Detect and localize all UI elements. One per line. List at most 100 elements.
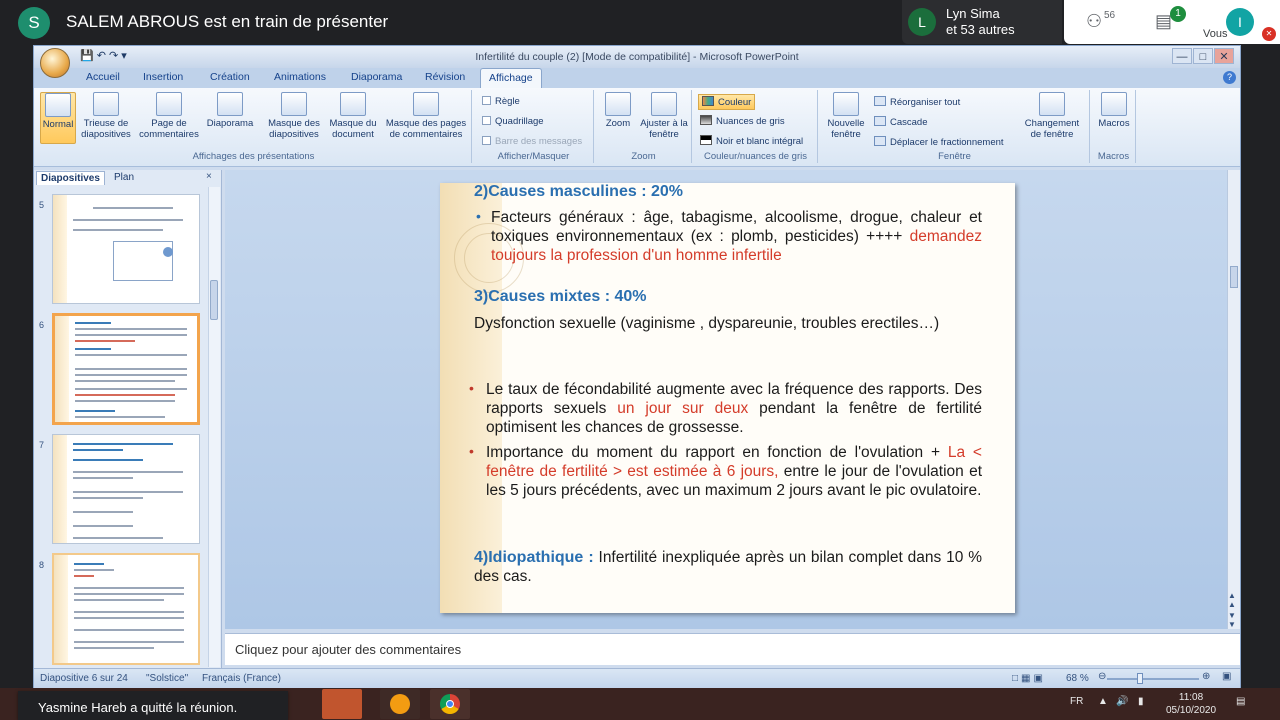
vertical-scrollbar[interactable] — [1227, 170, 1240, 629]
new-window-label: Nouvelle fenêtre — [827, 118, 865, 140]
slides-scrollbar[interactable] — [208, 187, 220, 667]
powerpoint-taskbar-icon[interactable] — [322, 689, 362, 719]
slide-master-button[interactable]: Masque des diapositives — [264, 92, 324, 140]
language-indicator[interactable]: FR — [1070, 696, 1083, 707]
bw-option[interactable]: Noir et blanc intégral — [700, 135, 803, 147]
tab-creation[interactable]: Création — [210, 71, 250, 83]
normal-view-button[interactable]: Normal — [40, 92, 76, 144]
tab-insertion[interactable]: Insertion — [143, 71, 183, 83]
title-bar: 💾 ↶ ↷ ▾ Infertilité du couple (2) [Mode … — [34, 46, 1240, 68]
tab-affichage[interactable]: Affichage — [480, 68, 542, 89]
fit-window-icon — [651, 92, 677, 116]
people-count: 56 — [1104, 10, 1116, 21]
color-option[interactable]: Couleur — [698, 94, 756, 110]
chrome-taskbar-icon[interactable] — [430, 689, 470, 719]
tab-diaporama[interactable]: Diaporama — [351, 71, 402, 83]
people-icon[interactable]: ⚇ — [1086, 11, 1102, 32]
cascade-label: Cascade — [890, 117, 928, 128]
tab-accueil[interactable]: Accueil — [86, 71, 120, 83]
notes-master-button[interactable]: Masque des pages de commentaires — [382, 92, 470, 140]
new-window-button[interactable]: Nouvelle fenêtre — [824, 92, 868, 140]
switch-window-button[interactable]: Changement de fenêtre — [1020, 92, 1084, 140]
slides-scroll-thumb[interactable] — [210, 280, 218, 320]
fit-slide-icon[interactable]: ▣ — [1222, 671, 1231, 682]
normal-view-label: Normal — [42, 119, 74, 130]
zoom-slider[interactable] — [1107, 678, 1199, 680]
heading-causes-masculines: 2)Causes masculines : 20% — [474, 183, 683, 200]
tab-slides[interactable]: Diapositives — [36, 171, 105, 185]
importance-text: Importance du moment du rapport en fonct… — [486, 444, 948, 461]
tab-outline[interactable]: Plan — [110, 171, 138, 185]
group-label-macros: Macros — [1097, 151, 1130, 162]
tab-animations[interactable]: Animations — [274, 71, 326, 83]
split-button[interactable]: Déplacer le fractionnement — [874, 136, 1004, 148]
tray-expand-icon[interactable]: ▲ — [1098, 696, 1108, 707]
notes-pane[interactable]: Cliquez pour ajouter des commentaires — [225, 633, 1240, 665]
clock[interactable]: 11:08 05/10/2020 — [1166, 691, 1216, 717]
current-slide[interactable]: 2)Causes masculines : 20% • Facteurs gén… — [440, 183, 1015, 613]
slide-sorter-button[interactable]: Trieuse de diapositives — [78, 92, 134, 140]
handout-master-label: Masque du document — [329, 118, 377, 140]
slide-thumbnail-6[interactable] — [52, 313, 200, 425]
status-bar: Diapositive 6 sur 24 "Solstice" Français… — [34, 668, 1240, 688]
cascade-button[interactable]: Cascade — [874, 116, 928, 128]
next-slide-icon[interactable]: ▼ ▼ — [1228, 611, 1236, 629]
mixtes-text: Dysfonction sexuelle (vaginisme , dyspar… — [474, 315, 940, 332]
slideshow-button[interactable]: Diaporama — [202, 92, 258, 129]
ribbon-tabs: Accueil Insertion Création Animations Di… — [34, 68, 1240, 89]
macros-icon — [1101, 92, 1127, 116]
participant-avatar: L — [908, 8, 936, 36]
message-bar-label: Barre des messages — [495, 136, 583, 147]
zoom-slider-knob[interactable] — [1137, 673, 1143, 684]
chat-badge: 1 — [1170, 6, 1186, 22]
panel-close-icon[interactable]: × — [206, 171, 212, 182]
switch-window-icon — [1039, 92, 1065, 116]
ruler-checkbox[interactable]: Règle — [482, 96, 520, 107]
tab-revision[interactable]: Révision — [425, 71, 465, 83]
battery-icon[interactable]: ▮ — [1138, 696, 1144, 707]
bullet-importance: Importance du moment du rapport en fonct… — [486, 443, 982, 500]
help-icon[interactable]: ? — [1223, 71, 1236, 84]
slide-counter: Diapositive 6 sur 24 — [40, 673, 128, 684]
language-status[interactable]: Français (France) — [202, 673, 281, 684]
presenter-status: SALEM ABROUS est en train de présenter — [66, 12, 389, 31]
message-bar-checkbox: Barre des messages — [482, 136, 582, 147]
notifications-icon[interactable]: ▤ — [1236, 696, 1245, 707]
volume-icon[interactable]: 🔊 — [1116, 696, 1128, 707]
group-show-hide: Règle Quadrillage Barre des messages Aff… — [474, 90, 594, 163]
new-window-icon — [833, 92, 859, 116]
prev-slide-icon[interactable]: ▲ ▲ — [1228, 591, 1236, 609]
app-taskbar-icon[interactable] — [380, 689, 420, 719]
office-button[interactable] — [40, 48, 70, 78]
switch-window-label: Changement de fenêtre — [1024, 118, 1080, 140]
slide-master-icon — [281, 92, 307, 116]
bw-label: Noir et blanc intégral — [716, 136, 804, 147]
view-buttons[interactable]: □▦▣ — [1012, 673, 1046, 684]
clock-date: 05/10/2020 — [1166, 705, 1217, 716]
close-button[interactable]: ✕ — [1214, 48, 1234, 64]
powerpoint-window: 💾 ↶ ↷ ▾ Infertilité du couple (2) [Mode … — [33, 45, 1241, 688]
self-avatar[interactable]: I — [1226, 8, 1254, 36]
slide-thumbnail-5[interactable] — [52, 194, 200, 304]
grid-checkbox[interactable]: Quadrillage — [482, 116, 544, 127]
slide-thumbnail-8[interactable] — [52, 553, 200, 665]
group-label-window: Fenêtre — [938, 151, 971, 162]
window-controls: — □ ✕ — [1171, 48, 1234, 64]
slide-thumbnail-7[interactable] — [52, 434, 200, 544]
grayscale-option[interactable]: Nuances de gris — [700, 115, 785, 127]
zoom-button[interactable]: Zoom — [600, 92, 636, 129]
vertical-scroll-thumb[interactable] — [1230, 266, 1238, 288]
arrange-all-button[interactable]: Réorganiser tout — [874, 96, 960, 108]
maximize-button[interactable]: □ — [1193, 48, 1213, 64]
minimize-button[interactable]: — — [1172, 48, 1192, 64]
notes-page-button[interactable]: Page de commentaires — [137, 92, 201, 140]
group-label-show-hide: Afficher/Masquer — [497, 151, 570, 162]
heading-idiopathique: 4)Idiopathique : — [474, 549, 594, 566]
zoom-level[interactable]: 68 % — [1066, 673, 1089, 684]
slide-sorter-icon — [93, 92, 119, 116]
handout-master-button[interactable]: Masque du document — [325, 92, 381, 140]
zoom-out-icon[interactable]: ⊖ — [1098, 671, 1106, 682]
fit-window-button[interactable]: Ajuster à la fenêtre — [640, 92, 688, 140]
zoom-in-icon[interactable]: ⊕ — [1202, 671, 1210, 682]
macros-button[interactable]: Macros — [1094, 92, 1134, 129]
